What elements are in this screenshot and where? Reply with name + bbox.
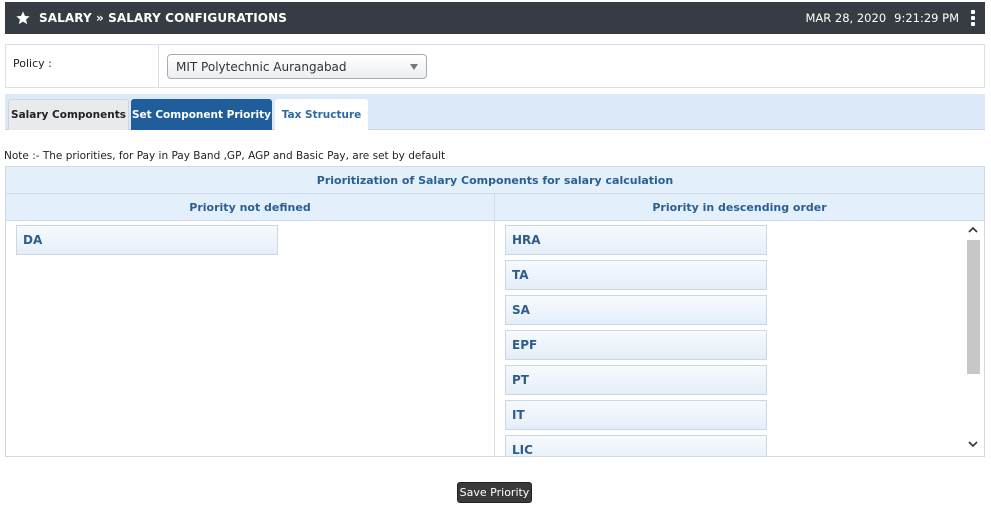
tab-salary-components[interactable]: Salary Components xyxy=(8,99,129,130)
chevron-down-icon[interactable] xyxy=(966,437,980,451)
list-item[interactable]: PT xyxy=(505,365,767,395)
list-item[interactable]: IT xyxy=(505,400,767,430)
priority-note: Note :- The priorities, for Pay in Pay B… xyxy=(4,150,446,162)
list-item[interactable]: HRA xyxy=(505,225,767,255)
priority-panel: Prioritization of Salary Components for … xyxy=(5,166,985,457)
scrollbar-thumb[interactable] xyxy=(967,240,980,374)
list-item[interactable]: SA xyxy=(505,295,767,325)
priority-not-defined-list: DA xyxy=(6,221,495,456)
list-item[interactable]: LIC xyxy=(505,435,767,456)
current-time: 9:21:29 PM xyxy=(894,11,959,25)
list-item[interactable]: TA xyxy=(505,260,767,290)
policy-row: Policy : MIT Polytechnic Aurangabad xyxy=(5,44,985,88)
left-column-header: Priority not defined xyxy=(6,194,495,220)
priority-ordered-list: HRA TA SA EPF PT IT LIC xyxy=(495,221,984,456)
policy-selected-value: MIT Polytechnic Aurangabad xyxy=(176,59,347,74)
tab-bar: Salary Components Set Component Priority… xyxy=(5,94,985,130)
scrollbar[interactable] xyxy=(966,223,980,451)
kebab-menu-icon[interactable] xyxy=(967,10,979,26)
list-item[interactable]: DA xyxy=(16,225,278,255)
tab-set-component-priority[interactable]: Set Component Priority xyxy=(131,99,272,130)
datetime: MAR 28, 2020 9:21:29 PM xyxy=(805,11,959,25)
policy-select[interactable]: MIT Polytechnic Aurangabad xyxy=(167,54,427,79)
policy-label: Policy : xyxy=(6,45,159,87)
tab-tax-structure[interactable]: Tax Structure xyxy=(275,99,368,130)
list-item[interactable]: EPF xyxy=(505,330,767,360)
page-title: SALARY » SALARY CONFIGURATIONS xyxy=(39,11,287,25)
star-icon[interactable] xyxy=(9,10,37,26)
dropdown-arrow-icon xyxy=(410,63,418,70)
chevron-up-icon[interactable] xyxy=(966,223,980,237)
page-header: SALARY » SALARY CONFIGURATIONS MAR 28, 2… xyxy=(5,2,985,34)
save-priority-button[interactable]: Save Priority xyxy=(457,482,532,503)
panel-caption: Prioritization of Salary Components for … xyxy=(6,167,984,194)
right-column-header: Priority in descending order xyxy=(652,200,827,214)
current-date: MAR 28, 2020 xyxy=(805,11,887,25)
